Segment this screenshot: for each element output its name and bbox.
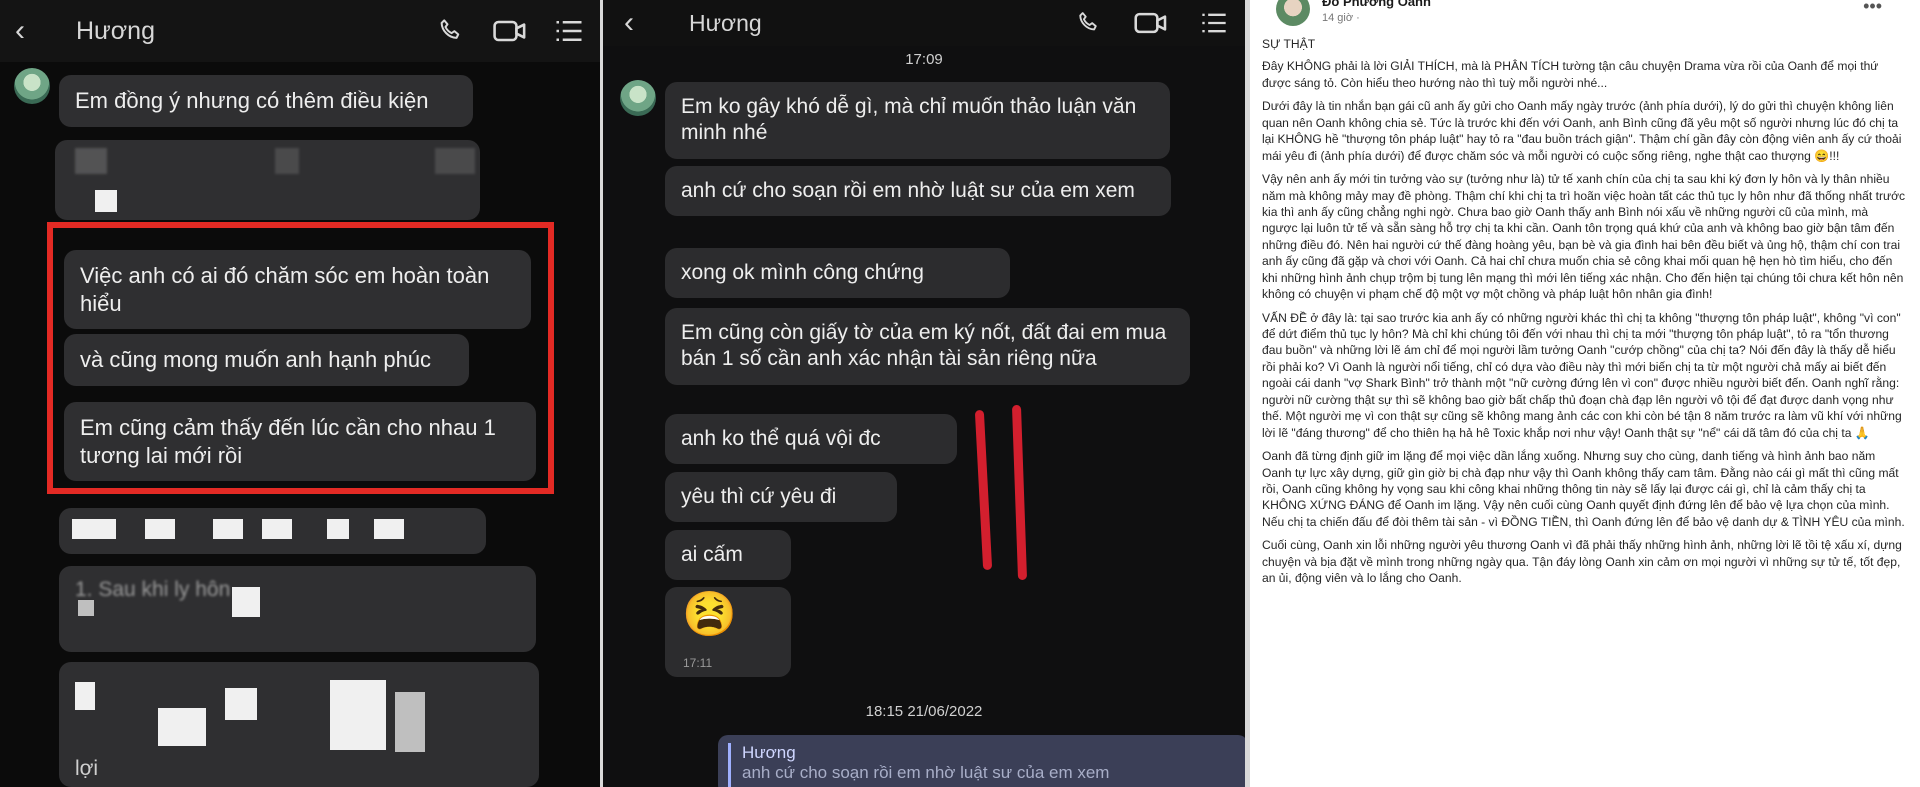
date-divider: 18:15 21/06/2022: [865, 703, 983, 720]
reply-preview[interactable]: Hương anh cứ cho soạn rồi em nhờ luật sư…: [718, 735, 1245, 787]
video-call-icon[interactable]: [492, 16, 528, 46]
red-annotation-stroke: [1011, 404, 1028, 581]
pixelated-censor: [327, 519, 349, 539]
message-bubble[interactable]: Em cũng còn giấy tờ của em ký nốt, đất đ…: [665, 308, 1190, 385]
post-paragraph: VẤN ĐỀ ở đây là: tại sao trước kia anh ấ…: [1262, 310, 1902, 440]
contact-avatar[interactable]: [620, 80, 656, 116]
pixelated-censor: [213, 519, 243, 539]
message-bubble[interactable]: Em ko gây khó dễ gì, mà chỉ muốn thảo lu…: [665, 82, 1170, 159]
time-divider: 17:09: [905, 51, 943, 68]
post-title: SỰ THẬT: [1262, 37, 1316, 51]
left-chat-screenshot: ‹ Hương Em đồng ý nhưng có thêm điều kiệ…: [0, 0, 600, 787]
red-annotation-stroke: [974, 409, 993, 571]
header-actions: [1075, 9, 1245, 37]
pixelated-censor: [145, 519, 175, 539]
more-options-icon[interactable]: •••: [1863, 0, 1882, 17]
reply-quoted-text: anh cứ cho soạn rồi em nhờ luật sư của e…: [742, 763, 1110, 782]
blurred-text: lợi: [75, 757, 99, 780]
pixelated-censor: [395, 692, 425, 752]
pixelated-censor: [232, 587, 260, 617]
pixelated-censor: [262, 519, 292, 539]
pixelated-censor: [78, 600, 94, 616]
blurred-text: 1. Sau khi ly hôn: [75, 578, 231, 601]
message-time: 17:11: [683, 656, 713, 670]
phone-call-icon[interactable]: [1075, 9, 1103, 37]
pixelated-censor: [95, 190, 117, 212]
menu-list-icon[interactable]: [1199, 9, 1229, 37]
post-paragraph: Oanh đã từng định giữ im lặng để mọi việ…: [1262, 449, 1905, 529]
message-bubble[interactable]: yêu thì cứ yêu đi: [665, 472, 897, 523]
highlight-annotation-box: [47, 222, 554, 494]
contact-name: Hương: [689, 9, 762, 36]
message-bubble[interactable]: anh ko thể quá vội đc: [665, 414, 957, 465]
post-header: Đỗ Phương Oanh 14 giờ · •••: [1264, 0, 1904, 30]
author-avatar[interactable]: [1276, 0, 1310, 26]
contact-avatar[interactable]: [14, 68, 50, 104]
post-paragraph: Cuối cùng, Oanh xin lỗi những người yêu …: [1262, 538, 1902, 586]
pixelated-censor: [72, 519, 116, 539]
middle-chat-screenshot: ‹ Hương 17:09 Em ko gây khó dễ gì, mà ch…: [603, 0, 1245, 787]
phone-call-icon[interactable]: [436, 16, 466, 46]
message-bubble[interactable]: ai cấm: [665, 530, 791, 581]
post-paragraph: Dưới đây là tin nhắn bạn gái cũ anh ấy g…: [1262, 99, 1902, 163]
chat-header: ‹ Hương: [0, 0, 600, 62]
message-bubble[interactable]: anh cứ cho soạn rồi em nhờ luật sư của e…: [665, 166, 1171, 217]
blurred-text: [75, 148, 475, 174]
post-time[interactable]: 14 giờ ·: [1322, 12, 1360, 24]
back-button[interactable]: ‹: [609, 6, 649, 40]
pixelated-censor: [330, 680, 386, 750]
post-paragraph: Đây KHÔNG phải là lời GIẢI THÍCH, mà là …: [1262, 59, 1879, 90]
reply-author: Hương: [742, 743, 796, 762]
pixelated-censor: [158, 708, 206, 746]
laughing-crying-emoji-icon: 😫: [682, 590, 737, 639]
obscured-message-bubble: [59, 662, 539, 787]
social-post-screenshot: Đỗ Phương Oanh 14 giờ · ••• SỰ THẬT Đây …: [1250, 0, 1920, 787]
message-bubble[interactable]: xong ok mình công chứng: [665, 248, 1010, 299]
post-paragraph: Vậy nên anh ấy mới tin tưởng vào sự (tưở…: [1262, 172, 1906, 302]
header-actions: [436, 16, 600, 46]
pixelated-censor: [225, 688, 257, 720]
message-bubble[interactable]: Em đồng ý nhưng có thêm điều kiện: [59, 75, 473, 127]
post-body: SỰ THẬT Đây KHÔNG phải là lời GIẢI THÍCH…: [1262, 36, 1906, 594]
back-button[interactable]: ‹: [0, 14, 40, 48]
video-call-icon[interactable]: [1133, 9, 1169, 37]
pixelated-censor: [75, 682, 95, 710]
pixelated-censor: [374, 519, 404, 539]
contact-name: Hương: [76, 16, 155, 45]
chat-header: ‹ Hương: [603, 0, 1245, 46]
menu-list-icon[interactable]: [554, 16, 584, 46]
author-name[interactable]: Đỗ Phương Oanh: [1322, 0, 1431, 9]
